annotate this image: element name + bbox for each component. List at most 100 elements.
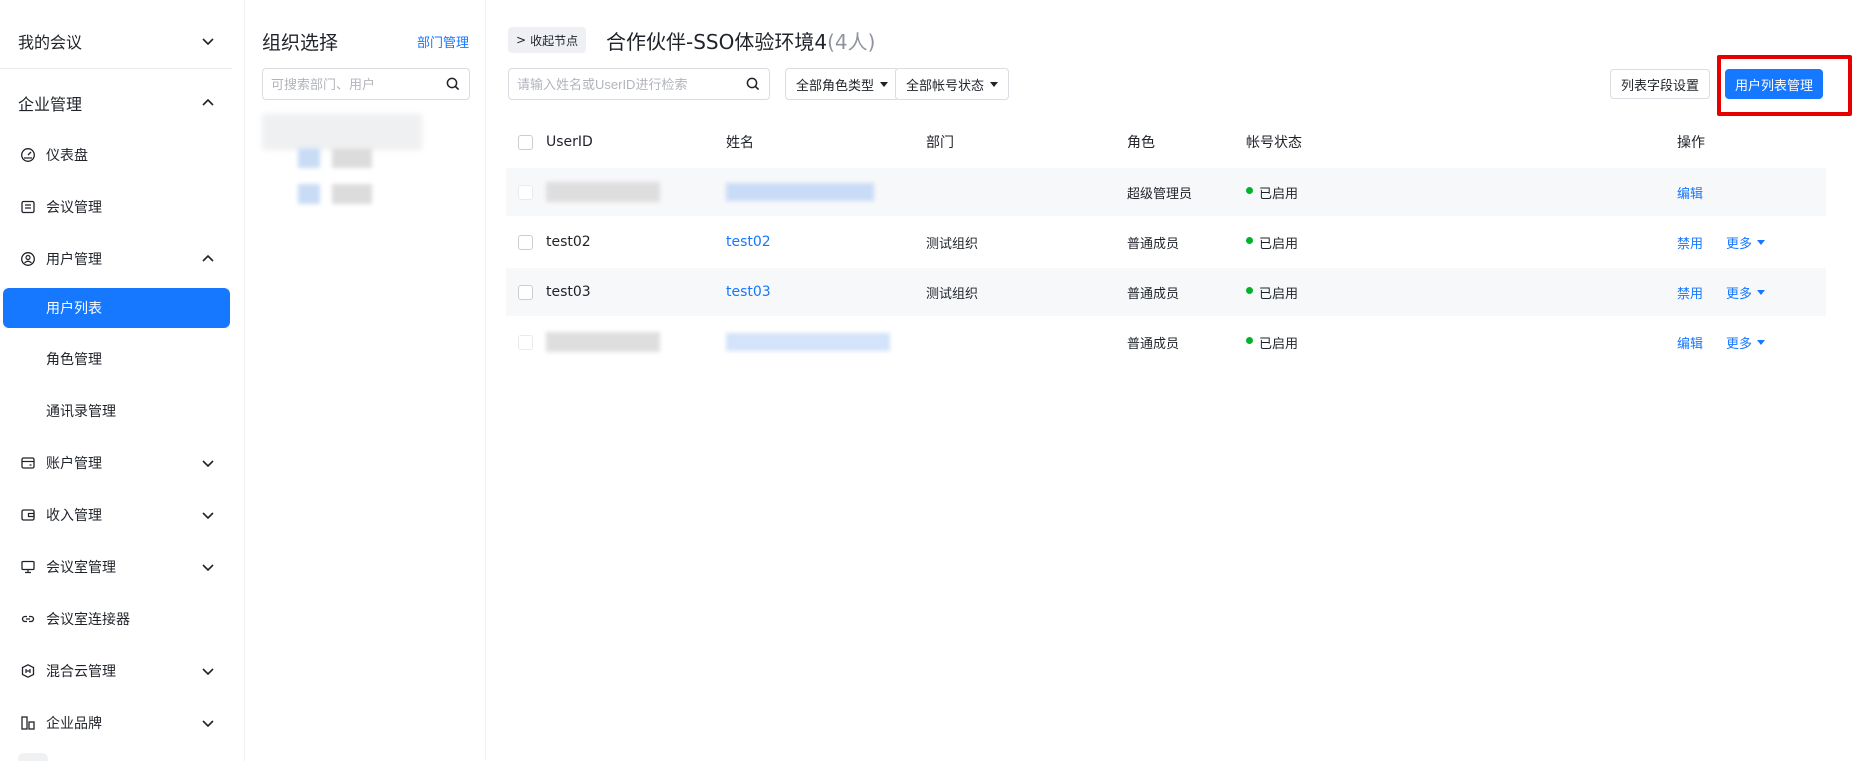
edit-link[interactable]: 编辑 (1677, 168, 1703, 216)
sidebar-item-contacts[interactable]: 通讯录管理 (0, 391, 232, 431)
dept-cell: 测试组织 (926, 286, 979, 302)
dashboard-icon (20, 147, 36, 163)
name-cell (726, 318, 890, 366)
row-checkbox[interactable] (518, 334, 533, 350)
name-redacted[interactable] (726, 183, 874, 201)
nav-my-meetings[interactable]: 我的会议 (0, 21, 232, 61)
org-tree-node[interactable] (332, 148, 372, 168)
row-checkbox-cell (518, 218, 533, 266)
sidebar-item-brand[interactable]: 企业品牌 (0, 703, 232, 743)
row-checkbox-cell (518, 318, 533, 366)
name-cell[interactable]: test03 (726, 268, 771, 316)
select-all-checkbox-cell (518, 118, 533, 166)
search-icon[interactable] (746, 77, 760, 91)
status-cell: 已启用 (1246, 268, 1298, 316)
userid-redacted (546, 182, 660, 202)
main-content: > 收起节点 合作伙伴-SSO体验环境4(4人) 全部角色类型 全部帐号状态 列… (506, 0, 1852, 761)
row-checkbox[interactable] (518, 284, 533, 300)
more-dropdown[interactable]: 更多 (1726, 318, 1766, 366)
column-settings-button[interactable]: 列表字段设置 (1610, 69, 1711, 99)
caret-down-icon (1757, 339, 1766, 345)
nav-enterprise-mgmt-label: 企业管理 (18, 95, 83, 114)
account-status-select[interactable]: 全部帐号状态 (895, 68, 1010, 100)
more-label: 更多 (1726, 336, 1753, 352)
member-count: (4人) (827, 30, 876, 54)
select-all-checkbox[interactable] (518, 134, 533, 150)
col-userid[interactable]: UserID (546, 118, 593, 166)
role-cell: 普通成员 (1127, 286, 1180, 302)
sidebar-item-user-mgmt[interactable]: 用户管理 (0, 239, 232, 279)
userid-redacted (546, 332, 660, 352)
chevron-up-icon (200, 251, 216, 267)
page-title-text: 合作伙伴-SSO体验环境4 (606, 30, 828, 54)
sidebar-item-hybrid-cloud[interactable]: 混合云管理 (0, 651, 232, 691)
org-tree-node[interactable] (262, 114, 422, 150)
sidebar-item-room-mgmt[interactable]: 会议室管理 (0, 547, 232, 587)
dept-mgmt-link[interactable]: 部门管理 (417, 32, 469, 51)
disable-link[interactable]: 禁用 (1677, 218, 1703, 266)
chevron-down-icon (200, 507, 216, 523)
status-dot (1246, 236, 1253, 244)
status-text: 已启用 (1259, 186, 1299, 202)
sidebar-item-label: 会议室连接器 (46, 612, 130, 628)
table-row[interactable]: test03 test03 测试组织 普通成员 已启用 禁用 更多 (506, 268, 1826, 316)
meeting-list-icon (20, 199, 36, 215)
row-checkbox[interactable] (518, 234, 533, 250)
name-redacted[interactable] (726, 333, 890, 351)
table-row[interactable]: test02 test02 测试组织 普通成员 已启用 禁用 更多 (506, 218, 1826, 266)
sidebar-item-dashboard[interactable]: 仪表盘 (0, 135, 232, 175)
org-title: 组织选择 (262, 32, 339, 54)
sidebar-divider (0, 68, 232, 69)
col-name[interactable]: 姓名 (726, 118, 754, 166)
col-role[interactable]: 角色 (1127, 118, 1155, 166)
edit-link[interactable]: 编辑 (1677, 318, 1703, 366)
sidebar-item-label: 通讯录管理 (46, 404, 116, 420)
status-text: 已启用 (1259, 336, 1299, 352)
org-panel: 组织选择 部门管理 (246, 0, 486, 761)
sidebar-item-label: 收入管理 (46, 508, 102, 524)
search-icon[interactable] (446, 77, 460, 91)
status-text: 已启用 (1259, 236, 1299, 252)
sidebar-item-meetings[interactable]: 会议管理 (0, 187, 232, 227)
org-tree-node-icon (298, 148, 320, 168)
sidebar-item-label: 账户管理 (46, 456, 102, 472)
row-checkbox[interactable] (518, 184, 533, 200)
col-dept[interactable]: 部门 (926, 118, 954, 166)
chevron-down-icon (200, 455, 216, 471)
table-row[interactable]: 超级管理员 已启用 编辑 (506, 168, 1826, 216)
org-search-field[interactable] (262, 68, 470, 100)
collapse-node-label: 收起节点 (530, 33, 579, 48)
role-cell: 超级管理员 (1127, 186, 1193, 202)
more-dropdown[interactable]: 更多 (1726, 218, 1766, 266)
room-icon (20, 559, 36, 575)
org-tree-node-icon (298, 184, 320, 204)
sidebar-item-room-connector[interactable]: 会议室连接器 (0, 599, 232, 639)
role-type-select[interactable]: 全部角色类型 (785, 68, 900, 100)
sidebar-item-user-list[interactable]: 用户列表 (3, 288, 230, 328)
chevron-down-icon (200, 663, 216, 679)
table-row[interactable]: 普通成员 已启用 编辑 更多 (506, 318, 1826, 366)
more-dropdown[interactable]: 更多 (1726, 268, 1766, 316)
chevron-down-icon (200, 715, 216, 731)
caret-down-icon (1757, 239, 1766, 245)
account-status-value: 全部帐号状态 (906, 78, 985, 94)
name-cell (726, 168, 874, 216)
sidebar-item-income[interactable]: 收入管理 (0, 495, 232, 535)
user-search-field[interactable] (508, 68, 770, 100)
org-search-input[interactable] (263, 69, 433, 99)
sidebar-item-account[interactable]: 账户管理 (0, 443, 232, 483)
row-checkbox-cell (518, 268, 533, 316)
sidebar-item-role-mgmt[interactable]: 角色管理 (0, 339, 232, 379)
org-tree-node[interactable] (332, 184, 372, 204)
col-status[interactable]: 帐号状态 (1246, 118, 1302, 166)
highlight-annotation (1717, 55, 1852, 116)
disable-link[interactable]: 禁用 (1677, 268, 1703, 316)
sidebar-item-label: 会议管理 (46, 200, 102, 216)
sidebar-collapse-handle[interactable] (18, 753, 48, 761)
nav-enterprise-mgmt[interactable]: 企业管理 (0, 83, 232, 123)
chevron-down-icon (200, 559, 216, 575)
sidebar-item-label: 用户列表 (46, 301, 102, 317)
collapse-node-button[interactable]: > 收起节点 (508, 27, 587, 53)
user-search-input[interactable] (509, 69, 734, 99)
name-cell[interactable]: test02 (726, 218, 771, 266)
